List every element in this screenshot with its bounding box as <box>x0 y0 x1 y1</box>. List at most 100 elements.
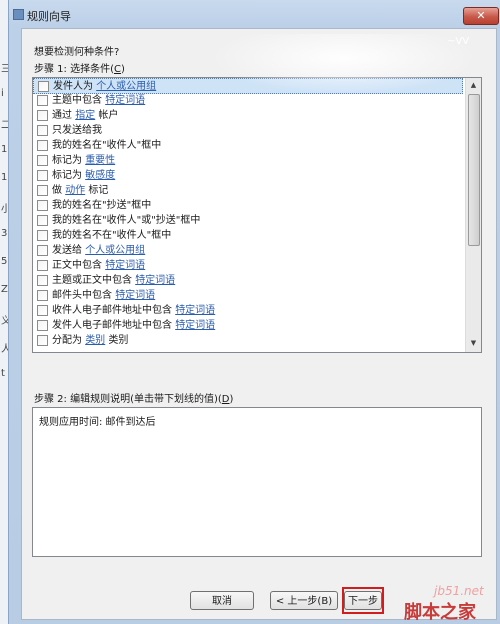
conditions-scrollbar[interactable]: ▲ ▼ <box>465 78 481 352</box>
condition-prefix: 通过 <box>52 110 76 121</box>
condition-row[interactable]: 分配为 类别 类别 <box>33 333 463 349</box>
condition-text: 主题或正文中包含 特定词语 <box>52 273 175 288</box>
watermark-site: jb51.net <box>434 584 484 598</box>
condition-text: 只发送给我 <box>52 123 102 138</box>
condition-value-link[interactable]: 特定词语 <box>175 305 215 316</box>
condition-row[interactable]: 发件人为 个人或公用组 <box>33 78 463 94</box>
condition-row[interactable]: 收件人电子邮件地址中包含 特定词语 <box>33 303 463 319</box>
condition-checkbox[interactable] <box>37 185 48 196</box>
condition-checkbox[interactable] <box>37 155 48 166</box>
condition-value-link[interactable]: 个人或公用组 <box>96 81 156 92</box>
condition-row[interactable]: 标记为 敏感度 <box>33 168 463 184</box>
condition-text: 正文中包含 特定词语 <box>52 258 145 273</box>
condition-prefix: 发件人为 <box>53 81 97 92</box>
condition-value-link[interactable]: 重要性 <box>85 155 115 166</box>
scroll-down-arrow-icon[interactable]: ▼ <box>466 336 481 350</box>
condition-checkbox[interactable] <box>37 125 48 136</box>
condition-value-link[interactable]: 特定词语 <box>105 260 145 271</box>
condition-suffix: 类别 <box>105 335 129 346</box>
condition-checkbox[interactable] <box>37 140 48 151</box>
condition-prefix: 我的姓名在"收件人"或"抄送"框中 <box>52 215 201 226</box>
conditions-list[interactable]: 发件人为 个人或公用组 主题中包含 特定词语 通过 指定 帐户 只发送给我 我的姓名在"… <box>32 77 482 353</box>
condition-checkbox[interactable] <box>37 335 48 346</box>
condition-text: 通过 指定 帐户 <box>52 108 118 123</box>
condition-checkbox[interactable] <box>37 95 48 106</box>
condition-checkbox[interactable] <box>37 245 48 256</box>
condition-checkbox[interactable] <box>37 305 48 316</box>
condition-value-link[interactable]: 特定词语 <box>135 275 175 286</box>
condition-prefix: 做 <box>52 185 66 196</box>
condition-value-link[interactable]: 特定词语 <box>175 320 215 331</box>
scroll-up-arrow-icon[interactable]: ▲ <box>466 78 481 92</box>
condition-prefix: 发送给 <box>52 245 86 256</box>
condition-value-link[interactable]: 动作 <box>65 185 85 196</box>
condition-row[interactable]: 做 动作 标记 <box>33 183 463 199</box>
condition-prefix: 我的姓名不在"收件人"框中 <box>52 230 172 241</box>
condition-row[interactable]: 正文中包含 特定词语 <box>33 258 463 274</box>
outlook-rules-icon <box>13 9 24 20</box>
condition-prefix: 只发送给我 <box>52 125 102 136</box>
back-button[interactable]: < 上一步(B) <box>270 591 338 610</box>
condition-text: 做 动作 标记 <box>52 183 108 198</box>
condition-text: 我的姓名不在"收件人"框中 <box>52 228 171 243</box>
condition-row[interactable]: 我的姓名不在"收件人"框中 <box>33 228 463 244</box>
condition-checkbox[interactable] <box>37 110 48 121</box>
condition-prefix: 我的姓名在"收件人"框中 <box>52 140 162 151</box>
condition-row[interactable]: 主题或正文中包含 特定词语 <box>33 273 463 289</box>
background-glyph: 1 <box>1 172 8 183</box>
background-glyph: Z <box>1 284 8 295</box>
condition-prefix: 标记为 <box>52 155 86 166</box>
condition-checkbox[interactable] <box>37 200 48 211</box>
question-label: 想要检测何种条件? <box>34 47 120 58</box>
condition-text: 标记为 重要性 <box>52 153 115 168</box>
rule-description-text: 规则应用时间: 邮件到达后 <box>39 417 156 428</box>
condition-text: 邮件头中包含 特定词语 <box>52 288 155 303</box>
background-glyph: 3 <box>1 228 8 239</box>
condition-checkbox[interactable] <box>37 320 48 331</box>
condition-row[interactable]: 主题中包含 特定词语 <box>33 93 463 109</box>
step2-label: 步骤 2: 编辑规则说明(单击带下划线的值)(D) <box>34 394 234 405</box>
condition-checkbox[interactable] <box>37 230 48 241</box>
condition-checkbox[interactable] <box>37 215 48 226</box>
condition-row[interactable]: 我的姓名在"收件人"或"抄送"框中 <box>33 213 463 229</box>
rule-description-box[interactable]: 规则应用时间: 邮件到达后 <box>32 407 482 557</box>
condition-suffix: 帐户 <box>95 110 119 121</box>
condition-row[interactable]: 发件人电子邮件地址中包含 特定词语 <box>33 318 463 334</box>
condition-value-link[interactable]: 特定词语 <box>105 95 145 106</box>
condition-text: 主题中包含 特定词语 <box>52 93 145 108</box>
condition-prefix: 主题或正文中包含 <box>52 275 136 286</box>
step1-label: 步骤 1: 选择条件(C) <box>34 64 125 75</box>
close-button[interactable]: ✕ <box>463 7 499 25</box>
condition-row[interactable]: 邮件头中包含 特定词语 <box>33 288 463 304</box>
scroll-thumb[interactable] <box>468 94 480 246</box>
condition-row[interactable]: 标记为 重要性 <box>33 153 463 169</box>
background-glyph: i <box>1 88 4 99</box>
condition-checkbox[interactable] <box>37 290 48 301</box>
condition-suffix: 标记 <box>85 185 109 196</box>
condition-value-link[interactable]: 敏感度 <box>85 170 115 181</box>
condition-value-link[interactable]: 特定词语 <box>115 290 155 301</box>
condition-text: 标记为 敏感度 <box>52 168 115 183</box>
condition-text: 发件人电子邮件地址中包含 特定词语 <box>52 318 215 333</box>
condition-text: 我的姓名在"抄送"框中 <box>52 198 151 213</box>
condition-text: 发送给 个人或公用组 <box>52 243 145 258</box>
condition-row[interactable]: 我的姓名在"收件人"框中 <box>33 138 463 154</box>
condition-value-link[interactable]: 指定 <box>75 110 95 121</box>
condition-checkbox[interactable] <box>37 170 48 181</box>
condition-row[interactable]: 发送给 个人或公用组 <box>33 243 463 259</box>
condition-checkbox[interactable] <box>37 275 48 286</box>
condition-value-link[interactable]: 类别 <box>85 335 105 346</box>
condition-row[interactable]: 通过 指定 帐户 <box>33 108 463 124</box>
cancel-button[interactable]: 取消 <box>190 591 254 610</box>
highlight-box <box>342 587 384 614</box>
condition-value-link[interactable]: 个人或公用组 <box>85 245 145 256</box>
condition-prefix: 发件人电子邮件地址中包含 <box>52 320 176 331</box>
watermark-brand: 脚本之家 <box>404 602 476 623</box>
condition-checkbox[interactable] <box>37 260 48 271</box>
condition-text: 我的姓名在"收件人"或"抄送"框中 <box>52 213 200 228</box>
condition-prefix: 标记为 <box>52 170 86 181</box>
condition-row[interactable]: 只发送给我 <box>33 123 463 139</box>
condition-row[interactable]: 我的姓名在"抄送"框中 <box>33 198 463 214</box>
condition-checkbox[interactable] <box>38 81 49 92</box>
condition-prefix: 邮件头中包含 <box>52 290 116 301</box>
